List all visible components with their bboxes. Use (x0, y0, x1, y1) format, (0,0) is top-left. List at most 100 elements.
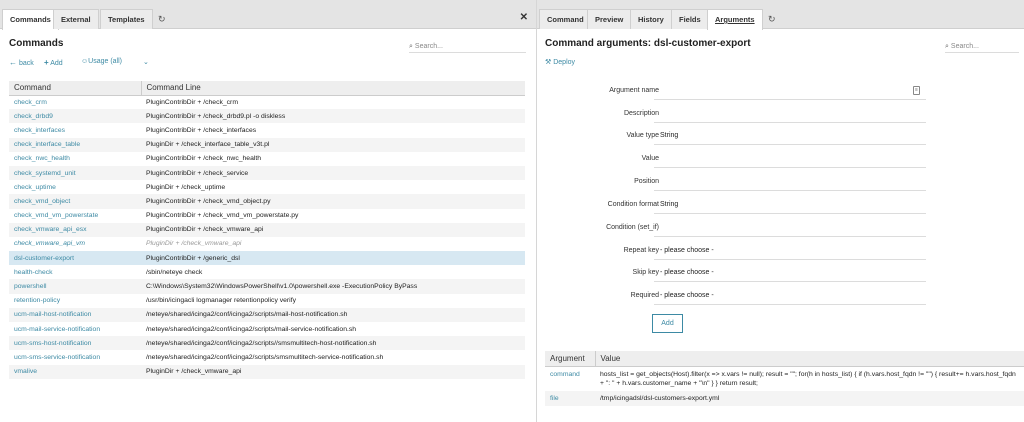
form-field[interactable]: String (654, 127, 926, 145)
table-row[interactable]: check_uptime PluginDir + /check_uptime (9, 180, 525, 194)
command-line-cell: PluginContribDir + /check_nwc_health (146, 155, 262, 163)
command-name-link[interactable]: ucm-sms-host-notification (9, 336, 141, 351)
column-header-argument: Argument (545, 351, 595, 367)
argument-value-cell: hosts_list = get_objects(Host).filter(x … (600, 370, 1016, 387)
command-line-cell: /neteye/shared/icinga2/conf/icinga2/scri… (146, 353, 384, 361)
add-button[interactable]: Add (652, 314, 683, 333)
back-link[interactable]: ← back (9, 58, 34, 67)
tab-arguments[interactable]: Arguments (707, 9, 763, 30)
form-field[interactable] (654, 219, 926, 237)
search-icon: ⌕ (945, 43, 949, 50)
command-name-link[interactable]: retention-policy (9, 294, 141, 308)
tab-external[interactable]: External (53, 9, 99, 29)
tab-preview[interactable]: Preview (587, 9, 632, 29)
command-line-cell: PluginDir + /check_interface_table_v3t.p… (141, 137, 525, 152)
command-name-link[interactable]: check_vmware_api_esx (9, 222, 141, 237)
command-line-cell: PluginContribDir + /check_vmware_api (141, 222, 525, 237)
search-input[interactable]: ⌕ Search... (409, 41, 526, 53)
command-name-link[interactable]: powershell (9, 279, 141, 294)
command-name-link[interactable]: check_vmd_object (9, 194, 141, 209)
command-line-cell: /sbin/neteye check (146, 268, 203, 276)
table-row[interactable]: check_interface_table PluginDir + /check_… (9, 137, 525, 152)
wrench-icon: ⚒ (545, 59, 552, 66)
command-name-link[interactable]: ucm-sms-service-notification (9, 350, 141, 364)
command-line-cell: PluginDir + /check_vmware_api (146, 240, 242, 248)
tab-command[interactable]: Command (539, 9, 592, 29)
form-row: Repeat key - please choose - (545, 242, 930, 262)
deploy-link[interactable]: ⚒ Deploy (545, 58, 575, 66)
tab-commands[interactable]: Commands (2, 9, 59, 30)
table-row[interactable]: ucm-mail-host-notification/neteye/shared… (9, 307, 525, 322)
command-name-link[interactable]: check_drbd9 (9, 109, 141, 124)
table-row[interactable]: check_vmware_api_esx PluginContribDir + /… (9, 222, 525, 237)
form-label: Condition format (607, 201, 659, 208)
form-field[interactable]: - please choose - (654, 264, 926, 282)
commands-table: Command Command Line check_crm PluginCont… (9, 81, 525, 379)
form-field[interactable] (654, 150, 926, 168)
table-row[interactable]: health-check/sbin/neteye check (9, 265, 525, 279)
chevron-down-icon[interactable]: ⌄ (143, 58, 149, 66)
table-row[interactable]: check_systemd_unit PluginContribDir + /ch… (9, 165, 525, 181)
table-row[interactable]: ucm-sms-service-notification/neteye/shar… (9, 350, 525, 364)
command-name-link[interactable]: check_crm (9, 95, 141, 109)
table-row[interactable]: check_interfaces PluginContribDir + /chec… (9, 123, 525, 137)
column-header-command-line: Command Line (140, 81, 525, 96)
command-name-link[interactable]: health-check (9, 265, 141, 279)
arguments-search-input[interactable]: ⌕ Search... (945, 41, 1019, 53)
table-row[interactable]: check_nwc_health PluginContribDir + /chec… (9, 152, 525, 166)
form-field[interactable]: ≡ (654, 82, 926, 100)
form-field-value: - please choose - (660, 269, 714, 276)
table-row[interactable]: check_vmd_vm_powerstate PluginContribDir … (9, 209, 525, 223)
argument-name-link[interactable]: file (545, 390, 595, 406)
plus-icon: + (44, 58, 49, 67)
table-row[interactable]: command hosts_list = get_objects(Host).fi… (545, 366, 1024, 391)
form-row: Description (545, 105, 930, 125)
table-header-row: Command Command Line (9, 81, 525, 96)
table-row[interactable]: retention-policy/usr/bin/icingacli logma… (9, 294, 525, 308)
table-row[interactable]: ucm-mail-service-notification/neteye/sha… (9, 322, 525, 336)
table-row[interactable]: check_vmware_api_vm PluginDir + /check_vm… (9, 237, 525, 251)
command-name-link[interactable]: ucm-mail-host-notification (9, 307, 141, 322)
command-line-cell: PluginContribDir + /check_interfaces (146, 126, 257, 134)
usage-link[interactable]: ☺Usage (all) (81, 58, 122, 65)
add-link[interactable]: + Add (44, 58, 63, 67)
command-name-link[interactable]: dsl-customer-export (9, 251, 141, 266)
page-title: Commands (9, 38, 64, 49)
table-row[interactable]: ucm-sms-host-notification/neteye/shared/… (9, 336, 525, 351)
form-field[interactable]: String (654, 196, 926, 214)
command-name-link[interactable]: check_vmd_vm_powerstate (9, 209, 141, 223)
command-name-link[interactable]: check_interfaces (9, 123, 141, 137)
command-name-link[interactable]: check_nwc_health (9, 152, 141, 166)
tab-history[interactable]: History (630, 9, 672, 29)
left-tab-bar: Commands External Templates ↻ ✕ (0, 0, 536, 30)
command-name-link[interactable]: vmalive (9, 364, 141, 379)
table-row[interactable]: dsl-customer-export PluginContribDir + /g… (9, 251, 525, 266)
form-field[interactable]: - please choose - (654, 242, 926, 260)
form-field[interactable] (654, 173, 926, 191)
command-line-cell: PluginContribDir + /generic_dsl (141, 251, 525, 266)
table-row[interactable]: check_vmd_object PluginContribDir + /chec… (9, 194, 525, 209)
form-field[interactable] (654, 105, 926, 123)
command-name-link[interactable]: check_systemd_unit (9, 165, 141, 181)
form-field[interactable]: - please choose - (654, 287, 926, 305)
command-name-link[interactable]: check_interface_table (9, 137, 141, 152)
command-name-link[interactable]: ucm-mail-service-notification (9, 322, 141, 336)
tab-fields[interactable]: Fields (671, 9, 709, 29)
table-row[interactable]: check_crm PluginContribDir + /check_crm (9, 95, 525, 109)
command-name-link[interactable]: check_vmware_api_vm (9, 237, 141, 251)
refresh-icon[interactable]: ↻ (768, 9, 776, 29)
table-row[interactable]: check_drbd9 PluginContribDir + /check_drb… (9, 109, 525, 124)
close-icon[interactable]: ✕ (520, 12, 528, 23)
command-name-link[interactable]: check_uptime (9, 180, 141, 194)
form-row: Condition (set_if) (545, 219, 930, 239)
tab-templates[interactable]: Templates (100, 9, 153, 29)
argument-name-link[interactable]: command (545, 366, 595, 391)
table-row[interactable]: file/tmp/icingadsl/dsl-customers-export.… (545, 390, 1024, 406)
table-row[interactable]: vmalive PluginDir + /check_vmware_api (9, 364, 525, 379)
refresh-icon[interactable]: ↻ (158, 9, 166, 29)
form-field-value: String (660, 201, 679, 208)
table-row[interactable]: powershell C:\Windows\System32\WindowsPow… (9, 279, 525, 294)
form-row: Skip key - please choose - (545, 264, 930, 284)
arguments-title: Command arguments: dsl-customer-export (545, 38, 751, 49)
list-picker-icon[interactable]: ≡ (913, 86, 920, 95)
